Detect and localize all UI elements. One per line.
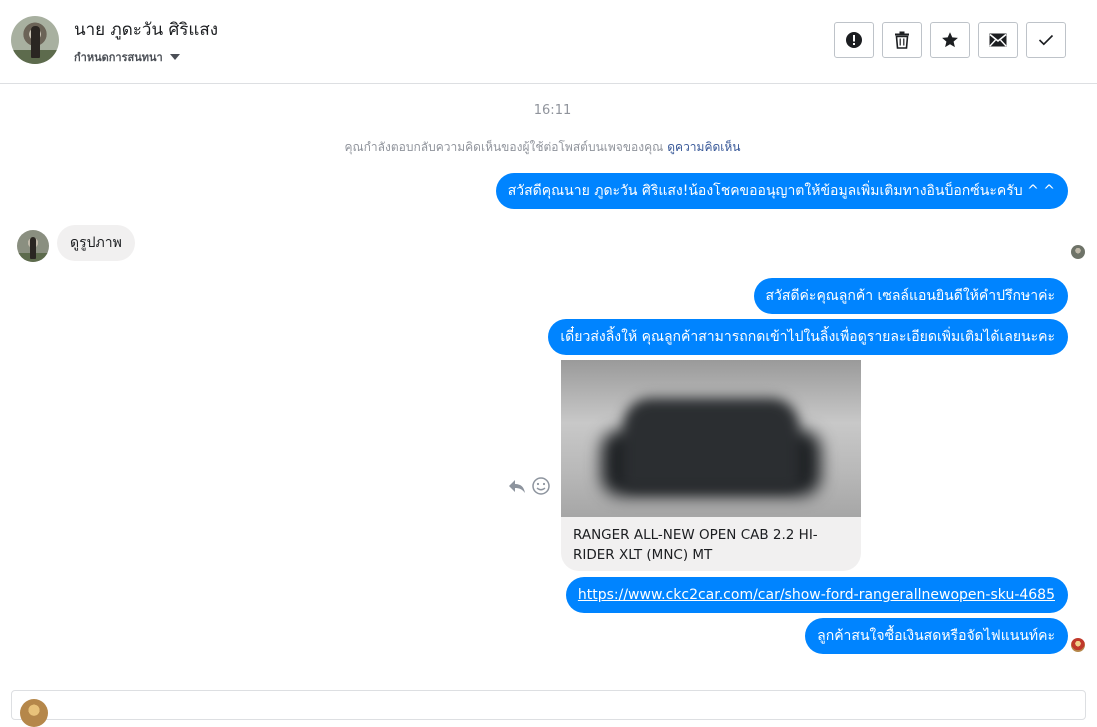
vehicle-preview-image: [561, 360, 861, 517]
seen-avatar-page: [1071, 638, 1085, 652]
mark-done-button[interactable]: [1026, 22, 1066, 58]
message-bubble-incoming[interactable]: ดูรูปภาพ: [57, 225, 135, 261]
notice-text: คุณกำลังตอบกลับความคิดเห็นของผู้ใช้ต่อโพ…: [344, 140, 664, 154]
star-icon: [942, 32, 958, 48]
caret-down-icon: [169, 54, 180, 60]
envelope-icon: [989, 33, 1007, 47]
conversation-schedule-dropdown[interactable]: กำหนดการสนทนา: [74, 48, 180, 66]
contact-avatar[interactable]: [11, 16, 59, 64]
trash-icon: [895, 31, 909, 49]
message-link-bubble[interactable]: https://www.ckc2car.com/car/show-ford-ra…: [565, 577, 1068, 613]
emoji-reaction-icon[interactable]: [531, 476, 551, 496]
message-bubble-outgoing[interactable]: สวัสดีค่ะคุณลูกค้า เซลล์แอนยินดีให้คำปรึ…: [753, 278, 1068, 314]
contact-avatar-small[interactable]: [17, 230, 49, 262]
alert-icon: [846, 32, 862, 48]
mark-spam-button[interactable]: [834, 22, 874, 58]
mark-unread-button[interactable]: [978, 22, 1018, 58]
conversation-header: นาย ภูดะวัน ศิริแสง กำหนดการสนทนา: [0, 0, 1097, 84]
link-preview-title: RANGER ALL-NEW OPEN CAB 2.2 HI-RIDER XLT…: [573, 527, 818, 563]
reply-context-notice: คุณกำลังตอบกลับความคิดเห็นของผู้ใช้ต่อโพ…: [0, 138, 1085, 157]
delete-button[interactable]: [882, 22, 922, 58]
reply-icon[interactable]: [507, 476, 527, 496]
message-bubble-outgoing[interactable]: ลูกค้าสนใจซื้อเงินสดหรือจัดไฟแนนท์คะ: [805, 618, 1068, 654]
message-composer: [11, 690, 1086, 727]
view-comment-link[interactable]: ดูความคิดเห็น: [667, 140, 740, 154]
message-bubble-outgoing[interactable]: สวัสดีคุณนาย ภูดะวัน ศิริแสง!น้องโชคขออน…: [495, 173, 1068, 209]
check-icon: [1038, 34, 1054, 46]
schedule-label: กำหนดการสนทนา: [74, 51, 163, 64]
page-avatar: [20, 699, 48, 727]
contact-name[interactable]: นาย ภูดะวัน ศิริแสง: [74, 16, 218, 43]
message-input[interactable]: [58, 699, 958, 713]
message-timestamp: 16:11: [533, 103, 572, 118]
link-preview-card[interactable]: RANGER ALL-NEW OPEN CAB 2.2 HI-RIDER XLT…: [561, 360, 861, 571]
star-button[interactable]: [930, 22, 970, 58]
seen-avatar-contact: [1071, 245, 1085, 259]
message-bubble-outgoing[interactable]: เดี๋ยวส่งลิ้งให้ คุณลูกค้าสามารถกดเข้าไป…: [548, 319, 1068, 355]
